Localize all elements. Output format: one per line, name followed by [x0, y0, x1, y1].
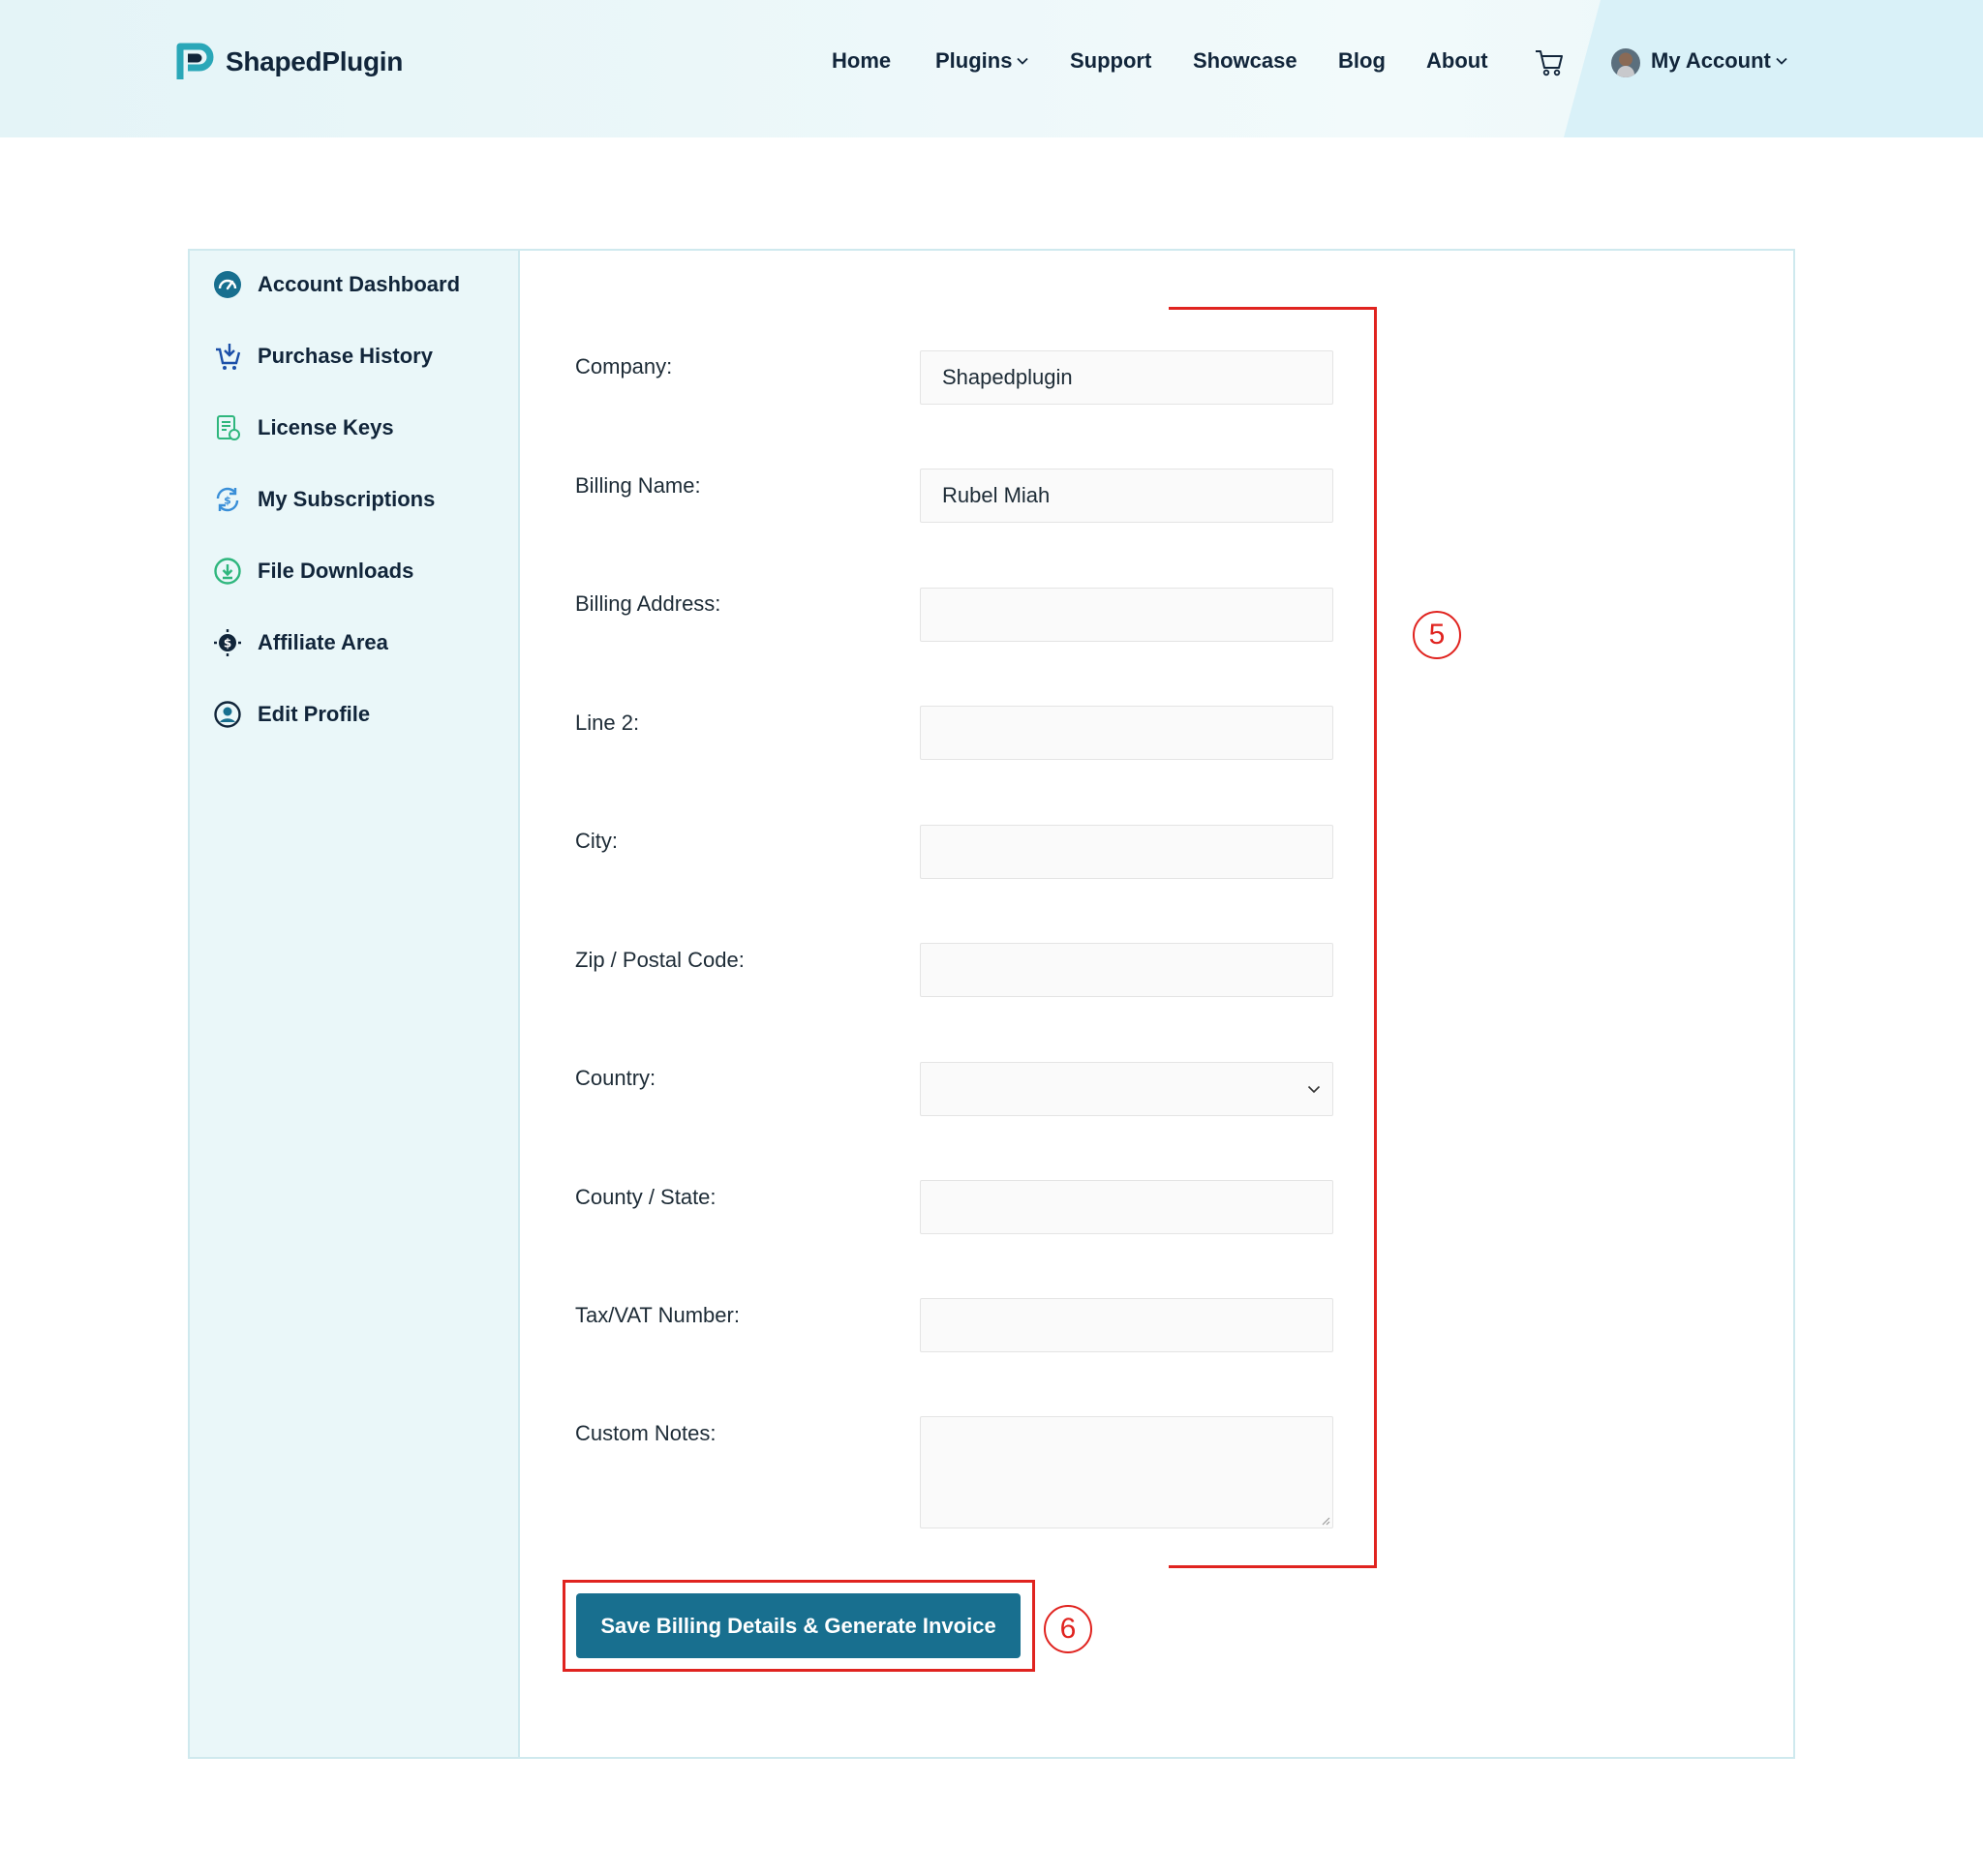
tax-vat-input[interactable] — [920, 1298, 1333, 1352]
dashboard-gauge-icon — [213, 270, 242, 299]
custom-notes-label: Custom Notes: — [575, 1421, 717, 1445]
zip-label: Zip / Postal Code: — [575, 948, 745, 972]
svg-text:$: $ — [224, 495, 231, 507]
nav-support[interactable]: Support — [1070, 48, 1151, 74]
zip-input[interactable] — [920, 943, 1333, 997]
company-label: Company: — [575, 354, 673, 378]
nav-blog[interactable]: Blog — [1338, 48, 1386, 74]
chevron-down-icon — [1307, 1085, 1321, 1093]
city-label: City: — [575, 829, 618, 853]
sidebar-item-my-subscriptions[interactable]: $ My Subscriptions — [213, 485, 435, 514]
annotation-bracket-top — [1169, 307, 1377, 310]
line2-label: Line 2: — [575, 711, 640, 735]
state-label: County / State: — [575, 1185, 717, 1209]
annotation-bracket-bottom — [1169, 1565, 1377, 1568]
state-input[interactable] — [920, 1180, 1333, 1234]
nav-my-account[interactable]: My Account — [1651, 48, 1787, 74]
license-document-icon — [213, 413, 242, 442]
annotation-button-box — [563, 1580, 1035, 1672]
affiliate-dollar-icon: $ — [213, 628, 242, 657]
billing-name-label: Billing Name: — [575, 473, 701, 498]
nav-home[interactable]: Home — [832, 48, 891, 74]
annotation-bracket-side — [1374, 307, 1377, 1568]
cart-icon[interactable] — [1534, 48, 1565, 77]
avatar[interactable] — [1611, 48, 1640, 77]
sidebar-item-account-dashboard[interactable]: Account Dashboard — [213, 270, 460, 299]
annotation-marker-6: 6 — [1044, 1605, 1092, 1653]
sidebar-item-license-keys[interactable]: License Keys — [213, 413, 394, 442]
city-input[interactable] — [920, 825, 1333, 879]
sidebar-item-edit-profile[interactable]: Edit Profile — [213, 700, 370, 729]
account-sidebar: Account Dashboard Purchase History Licen… — [188, 249, 520, 1759]
billing-address-label: Billing Address: — [575, 591, 721, 616]
user-circle-icon — [213, 700, 242, 729]
subscription-refresh-icon: $ — [213, 485, 242, 514]
chevron-down-icon — [1017, 57, 1029, 65]
billing-address-input[interactable] — [920, 588, 1333, 642]
annotation-marker-5: 5 — [1413, 611, 1461, 659]
billing-name-input[interactable] — [920, 469, 1333, 523]
sidebar-item-affiliate-area[interactable]: $ Affiliate Area — [213, 628, 388, 657]
site-header: ShapedPlugin Home Plugins Support Showca… — [0, 0, 1983, 137]
nav-about[interactable]: About — [1426, 48, 1488, 74]
nav-plugins[interactable]: Plugins — [935, 48, 1029, 74]
tax-label: Tax/VAT Number: — [575, 1303, 740, 1327]
svg-text:$: $ — [224, 637, 231, 651]
custom-notes-textarea[interactable] — [920, 1416, 1333, 1528]
cart-download-icon — [213, 342, 242, 371]
sidebar-item-purchase-history[interactable]: Purchase History — [213, 342, 433, 371]
country-select[interactable] — [920, 1062, 1333, 1116]
line2-input[interactable] — [920, 706, 1333, 760]
country-label: Country: — [575, 1066, 656, 1090]
main-nav: Home Plugins Support Showcase Blog About… — [0, 48, 1983, 79]
resize-handle-icon[interactable] — [1321, 1516, 1330, 1526]
chevron-down-icon — [1776, 57, 1787, 65]
download-circle-icon — [213, 557, 242, 586]
company-input[interactable] — [920, 350, 1333, 405]
sidebar-item-file-downloads[interactable]: File Downloads — [213, 557, 413, 586]
nav-showcase[interactable]: Showcase — [1193, 48, 1297, 74]
